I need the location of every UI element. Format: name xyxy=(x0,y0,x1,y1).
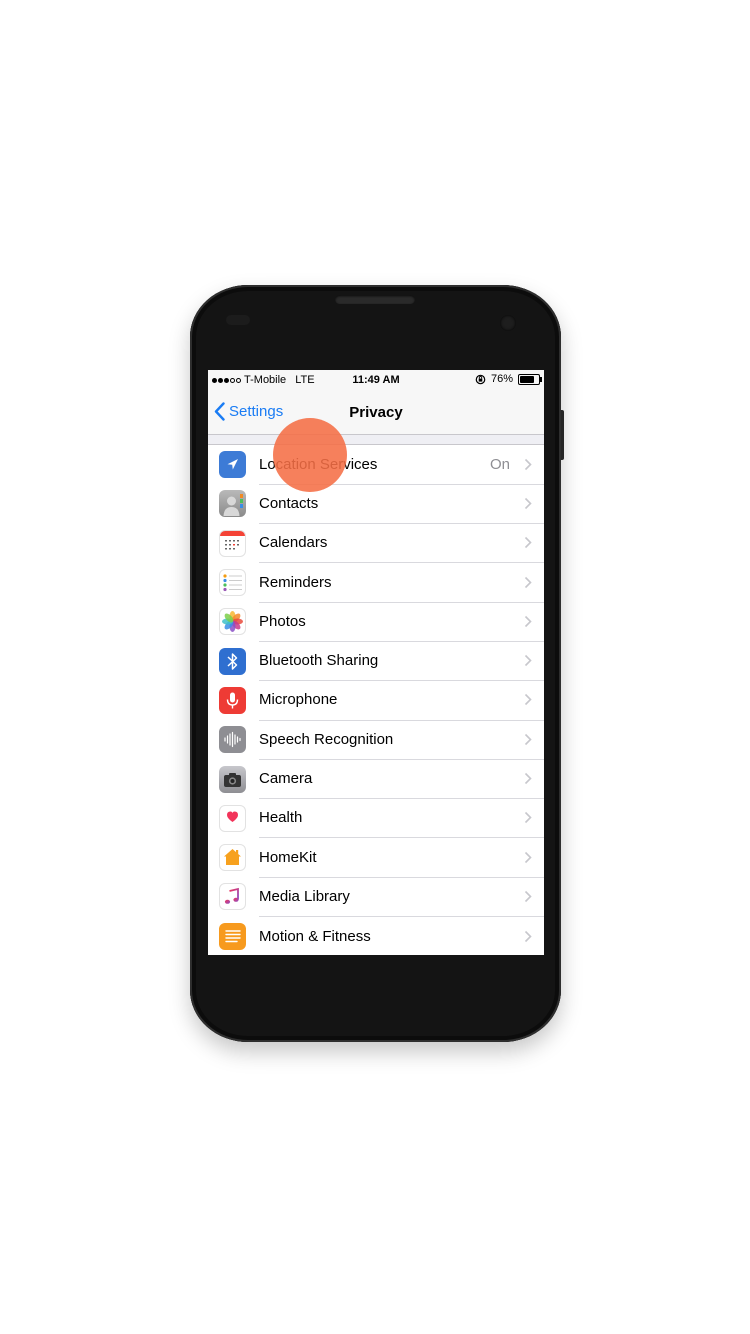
motion-fitness-icon xyxy=(219,922,246,950)
row-location-services[interactable]: Location Services On xyxy=(208,445,544,485)
privacy-list: Location Services On Contacts xyxy=(208,444,544,955)
phone-screen: T-Mobile LTE 11:49 AM 76% Settings Priva… xyxy=(208,370,544,955)
chevron-right-icon xyxy=(524,694,532,706)
calendar-icon xyxy=(219,529,246,557)
row-label: Media Library xyxy=(259,887,350,905)
status-right: 76% xyxy=(475,373,542,385)
row-calendars[interactable]: Calendars xyxy=(208,524,544,564)
camera-icon xyxy=(219,765,246,793)
row-value: On xyxy=(489,455,510,473)
music-note-icon xyxy=(219,883,246,911)
contacts-icon xyxy=(219,490,246,518)
reminders-icon xyxy=(219,569,246,597)
chevron-right-icon xyxy=(524,576,532,588)
health-heart-icon xyxy=(219,804,246,832)
row-label: Reminders xyxy=(259,573,332,591)
chevron-right-icon xyxy=(524,655,532,667)
chevron-right-icon xyxy=(524,733,532,745)
row-speech-recognition[interactable]: Speech Recognition xyxy=(208,720,544,760)
row-label: Contacts xyxy=(259,494,319,512)
row-photos[interactable]: Photos xyxy=(208,602,544,642)
row-camera[interactable]: Camera xyxy=(208,759,544,800)
home-icon xyxy=(219,844,246,872)
front-camera-icon xyxy=(500,315,516,331)
row-media-library[interactable]: Media Library xyxy=(208,877,544,918)
row-homekit[interactable]: HomeKit xyxy=(208,838,544,878)
chevron-right-icon xyxy=(524,890,532,902)
row-label: HomeKit xyxy=(259,848,317,866)
row-health[interactable]: Health xyxy=(208,799,544,839)
row-label: Bluetooth Sharing xyxy=(259,652,379,670)
tap-indicator xyxy=(273,418,347,492)
row-contacts[interactable]: Contacts xyxy=(208,484,544,525)
navigation-bar: Settings Privacy xyxy=(208,390,544,435)
microphone-icon xyxy=(219,686,246,714)
battery-icon xyxy=(518,373,542,385)
row-label: Calendars xyxy=(259,534,328,552)
orientation-lock-icon xyxy=(475,374,486,384)
chevron-right-icon xyxy=(524,772,532,785)
row-label: Camera xyxy=(259,770,313,788)
speech-waveform-icon xyxy=(219,726,246,754)
status-bar: T-Mobile LTE 11:49 AM 76% xyxy=(208,370,544,390)
row-label: Motion & Fitness xyxy=(259,927,371,945)
proximity-sensor xyxy=(226,315,250,325)
row-reminders[interactable]: Reminders xyxy=(208,563,544,603)
chevron-right-icon xyxy=(524,930,532,942)
photos-icon xyxy=(219,608,246,636)
row-motion-fitness[interactable]: Motion & Fitness xyxy=(208,917,544,955)
chevron-right-icon xyxy=(524,458,532,470)
chevron-right-icon xyxy=(524,537,532,549)
page-title: Privacy xyxy=(349,404,403,421)
row-label: Photos xyxy=(259,612,306,630)
row-label: Health xyxy=(259,809,303,827)
row-label: Microphone xyxy=(259,691,338,709)
earpiece-speaker xyxy=(335,295,415,304)
chevron-right-icon xyxy=(524,812,532,824)
power-button xyxy=(561,410,564,460)
row-label: Speech Recognition xyxy=(259,730,394,748)
chevron-right-icon xyxy=(524,497,532,510)
chevron-right-icon xyxy=(524,851,532,863)
chevron-right-icon xyxy=(524,615,532,627)
battery-percent: 76% xyxy=(490,373,513,385)
row-microphone[interactable]: Microphone xyxy=(208,681,544,721)
location-arrow-icon xyxy=(219,451,246,479)
bluetooth-icon xyxy=(219,647,246,675)
row-bluetooth-sharing[interactable]: Bluetooth Sharing xyxy=(208,641,544,682)
